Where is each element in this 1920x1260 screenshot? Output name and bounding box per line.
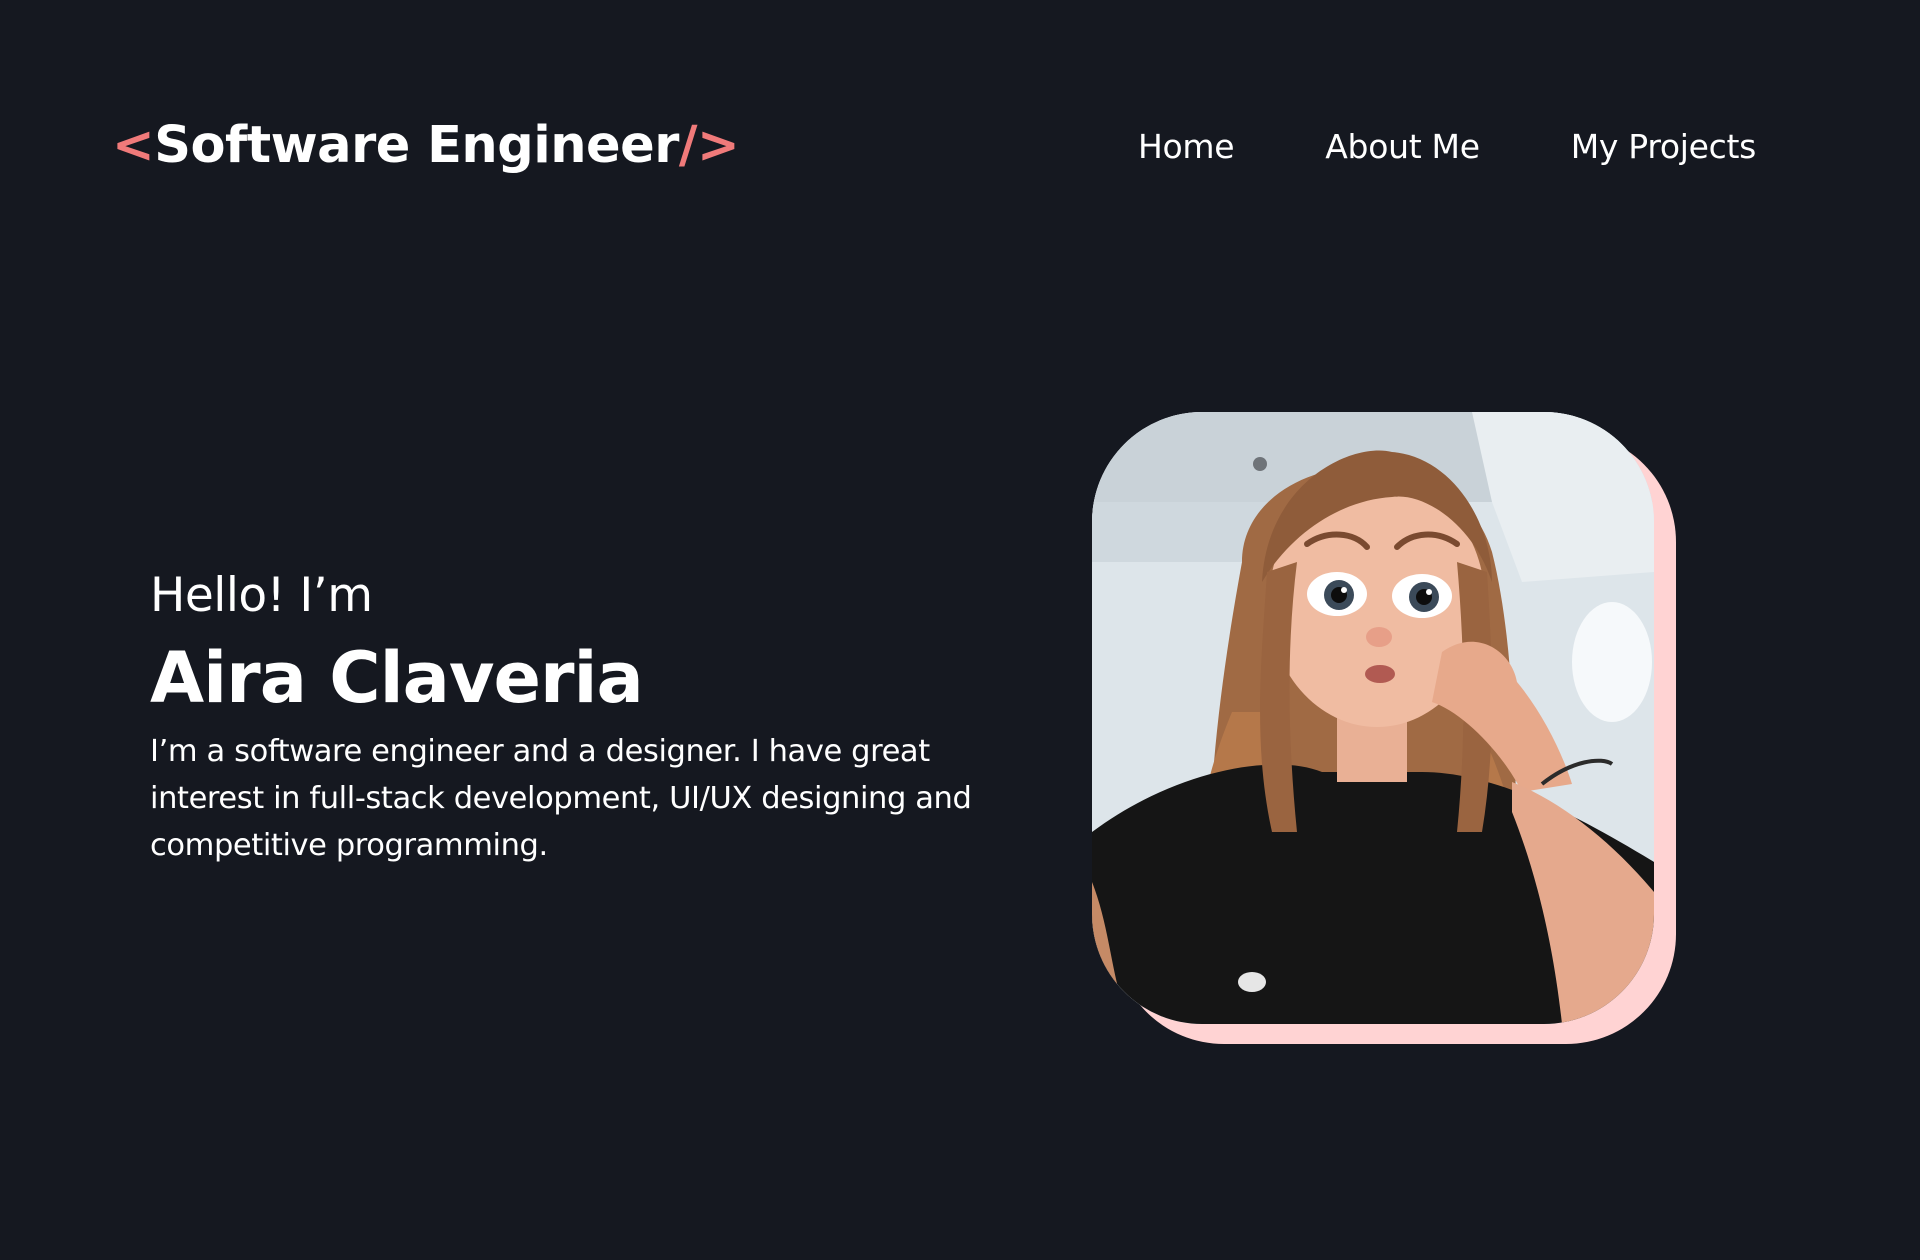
nav-about-me-link[interactable]: About Me [1325, 127, 1480, 166]
avatar-illustration [1092, 412, 1654, 1024]
logo-open-bracket: < [112, 115, 155, 175]
profile-photo-frame [1092, 412, 1676, 1044]
portfolio-page: < Software Engineer/> Home About Me My Pr… [0, 0, 1920, 1260]
site-logo[interactable]: < Software Engineer/> [112, 110, 740, 180]
hero-bio: I’m a software engineer and a designer. … [150, 734, 972, 863]
logo-text: Software Engineer [154, 115, 679, 175]
hero-greeting: Hello! I’m [150, 568, 373, 623]
logo-close-bracket: /> [678, 115, 740, 175]
main-nav: Home About Me My Projects [1138, 118, 1756, 174]
profile-photo [1092, 412, 1654, 1024]
nav-my-projects-link[interactable]: My Projects [1571, 127, 1757, 166]
hero-section: Hello! I’m Aira Claveria I’m a software … [150, 560, 1010, 900]
hero-name: Aira Claveria [150, 637, 644, 719]
nav-home-link[interactable]: Home [1138, 127, 1235, 166]
